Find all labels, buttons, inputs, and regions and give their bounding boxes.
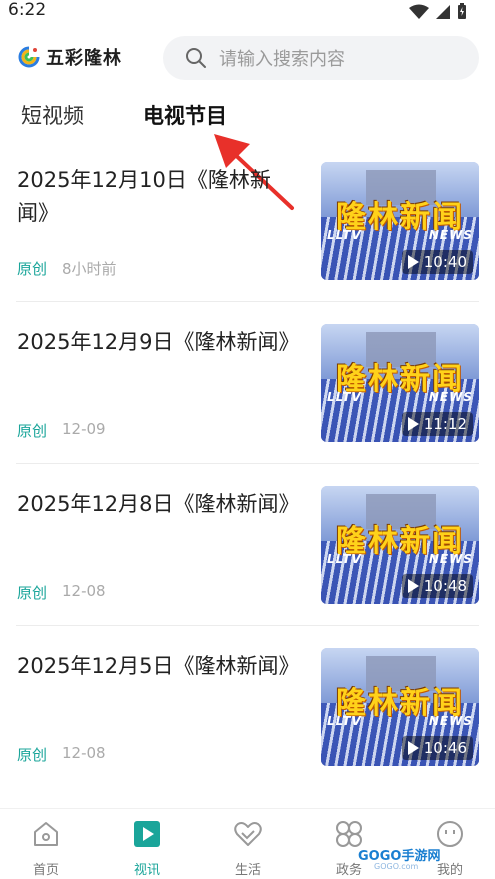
item-title: 2025年12月10日《隆林新闻》 [17, 168, 271, 225]
play-icon [407, 417, 419, 431]
nav-life[interactable]: 生活 [208, 819, 288, 878]
item-meta: 原创 12-08 [17, 582, 106, 603]
video-thumbnail[interactable]: 隆林新闻 LLTV NEWS 11:12 [321, 324, 479, 442]
item-time: 12-09 [62, 420, 106, 438]
video-thumbnail[interactable]: 隆林新闻 LLTV NEWS 10:40 [321, 162, 479, 280]
item-meta: 原创 12-08 [17, 744, 106, 765]
list-item[interactable]: 2025年12月9日《隆林新闻》 原创 12-09 隆林新闻 LLTV NEWS … [0, 302, 495, 464]
duration-badge: 10:40 [401, 250, 473, 274]
thumb-subtitle: LLTV NEWS [327, 390, 473, 404]
play-icon [407, 579, 419, 593]
duration-text: 11:12 [423, 415, 467, 433]
thumb-subtitle: LLTV NEWS [327, 714, 473, 728]
video-thumbnail[interactable]: 隆林新闻 LLTV NEWS 10:46 [321, 648, 479, 766]
duration-text: 10:46 [423, 739, 467, 757]
status-icons [409, 3, 467, 20]
thumb-sub-right: NEWS [428, 552, 473, 566]
thumb-sub-right: NEWS [428, 228, 473, 242]
thumb-subtitle: LLTV NEWS [327, 228, 473, 242]
thumb-sub-right: NEWS [428, 714, 473, 728]
item-time: 12-08 [62, 582, 106, 600]
status-bar: 6:22 [0, 0, 495, 24]
item-meta: 原创 8小时前 [17, 258, 117, 279]
item-title: 2025年12月9日《隆林新闻》 [17, 330, 300, 354]
original-tag: 原创 [17, 584, 48, 602]
nav-label: 首页 [32, 863, 59, 878]
tab-short-video[interactable]: 短视频 [21, 100, 84, 130]
logo-icon [18, 46, 40, 68]
item-title: 2025年12月8日《隆林新闻》 [17, 492, 300, 516]
tab-tv-programs[interactable]: 电视节目 [143, 100, 227, 130]
wifi-icon [409, 4, 429, 19]
nav-label: 生活 [234, 863, 261, 878]
list-item[interactable]: 2025年12月8日《隆林新闻》 原创 12-08 隆林新闻 LLTV NEWS … [0, 464, 495, 626]
list-item[interactable]: 2025年12月5日《隆林新闻》 原创 12-08 隆林新闻 LLTV NEWS … [0, 626, 495, 788]
search-bar[interactable]: 请输入搜索内容 [163, 36, 479, 80]
tab-bar: 短视频 电视节目 [0, 100, 495, 136]
search-icon [186, 48, 206, 68]
thumb-subtitle: LLTV NEWS [327, 552, 473, 566]
header: 五彩隆林 请输入搜索内容 [0, 34, 495, 82]
app-logo: 五彩隆林 [18, 44, 122, 70]
nav-label: 视讯 [133, 863, 160, 878]
item-meta: 原创 12-09 [17, 420, 106, 441]
battery-icon [458, 3, 466, 19]
watermark-sub: GOGO.com [374, 862, 419, 871]
duration-badge: 10:46 [401, 736, 473, 760]
play-icon [407, 741, 419, 755]
status-time: 6:22 [8, 0, 47, 20]
duration-badge: 10:48 [401, 574, 473, 598]
duration-text: 10:40 [423, 253, 467, 271]
original-tag: 原创 [17, 746, 48, 764]
play-icon [407, 255, 419, 269]
thumb-sub-left: LLTV [327, 228, 362, 242]
duration-text: 10:48 [423, 577, 467, 595]
heart-icon [234, 822, 262, 846]
item-time: 12-08 [62, 744, 106, 762]
duration-badge: 11:12 [401, 412, 473, 436]
thumb-sub-left: LLTV [327, 390, 362, 404]
original-tag: 原创 [17, 422, 48, 440]
signal-icon [436, 4, 450, 19]
thumb-sub-left: LLTV [327, 714, 362, 728]
original-tag: 原创 [17, 260, 48, 278]
bottom-nav: 首页 视讯 生活 政务 我的 [0, 808, 495, 879]
thumb-sub-left: LLTV [327, 552, 362, 566]
video-thumbnail[interactable]: 隆林新闻 LLTV NEWS 10:48 [321, 486, 479, 604]
item-title: 2025年12月5日《隆林新闻》 [17, 654, 300, 678]
thumb-sub-right: NEWS [428, 390, 473, 404]
item-time: 8小时前 [62, 260, 117, 278]
nav-video[interactable]: 视讯 [107, 819, 187, 878]
search-placeholder: 请输入搜索内容 [219, 49, 345, 70]
logo-text: 五彩隆林 [46, 48, 122, 69]
video-icon [134, 821, 160, 847]
home-icon [34, 822, 58, 846]
list-item[interactable]: 2025年12月10日《隆林新闻》 原创 8小时前 隆林新闻 LLTV NEWS … [0, 140, 495, 302]
nav-home[interactable]: 首页 [6, 819, 86, 878]
